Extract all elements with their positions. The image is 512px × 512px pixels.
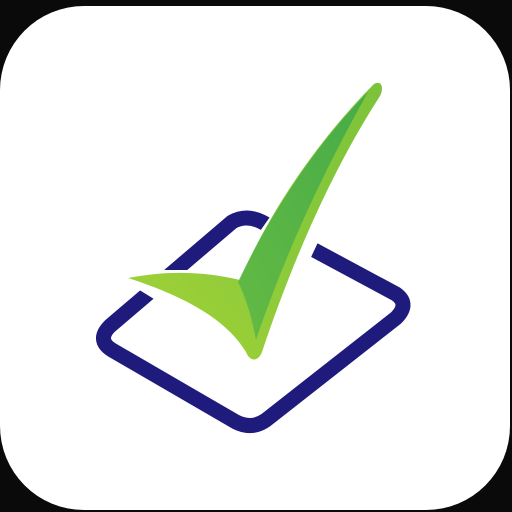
app-icon-card [0,6,510,510]
checkbox-checked-icon [96,82,411,433]
app-icon-tile[interactable] [0,0,512,512]
